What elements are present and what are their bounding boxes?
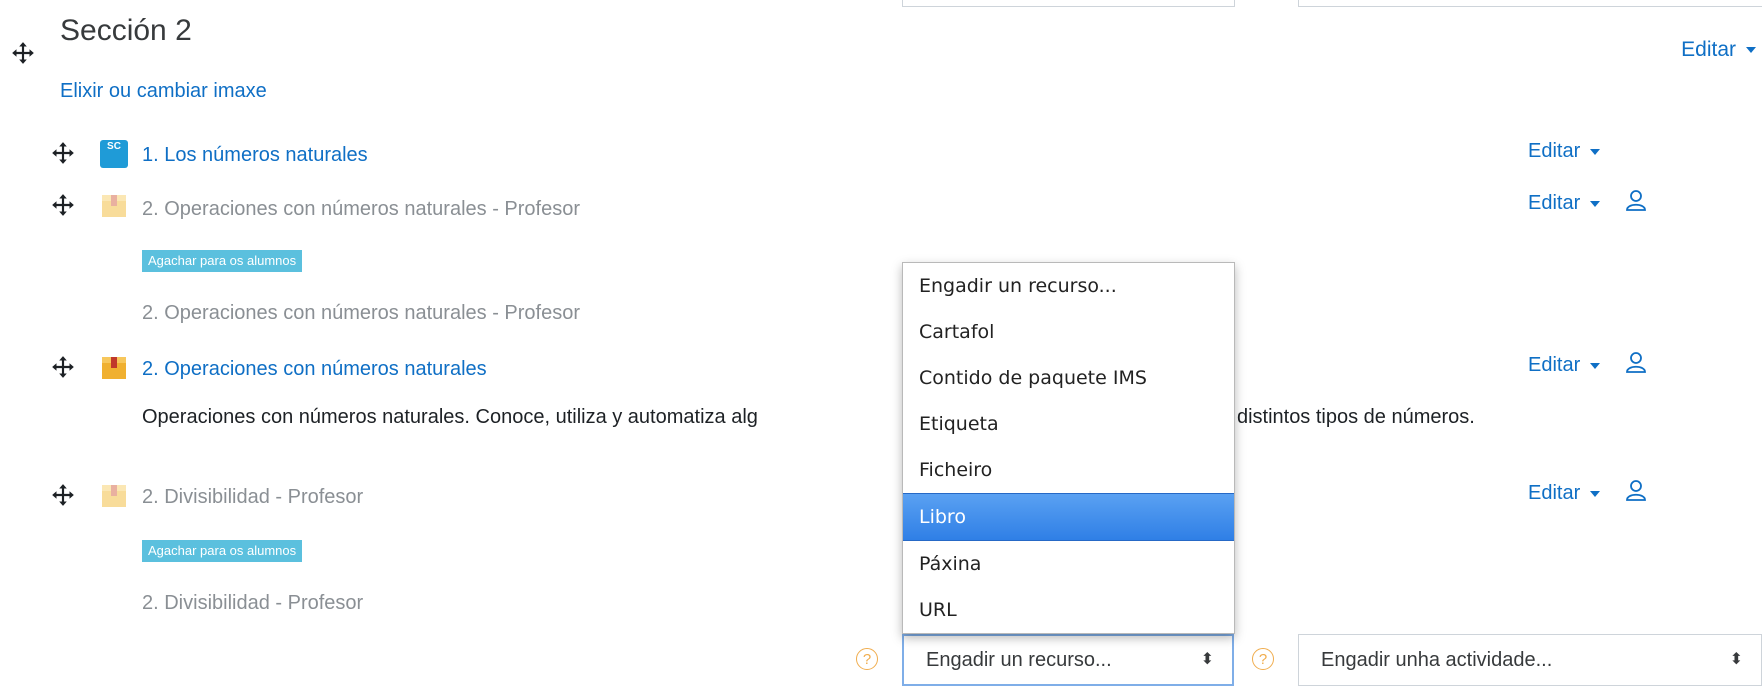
hidden-from-students-badge: Agachar para os alumnos (142, 540, 303, 562)
menu-item-cartafol[interactable]: Cartafol (903, 309, 1234, 355)
section-edit-menu[interactable]: Editar (1681, 38, 1756, 62)
menu-item-paxina[interactable]: Páxina (903, 541, 1234, 587)
scorm-package-icon: SC (100, 140, 128, 168)
caret-down-icon (1590, 490, 1601, 497)
menu-item-etiqueta[interactable]: Etiqueta (903, 401, 1234, 447)
add-activity-select-value: Engadir unha actividade... (1321, 649, 1553, 671)
assign-roles-user-icon[interactable] (1624, 188, 1648, 212)
assign-roles-user-icon[interactable] (1624, 350, 1648, 374)
activity-edit-label: Editar (1528, 354, 1581, 376)
move-activity-icon[interactable] (50, 192, 76, 218)
menu-item-libro[interactable]: Libro (903, 493, 1234, 541)
package-icon-dimmed (100, 482, 128, 510)
menu-item-ficheiro[interactable]: Ficheiro (903, 447, 1234, 493)
previous-resource-select-fragment[interactable] (902, 0, 1235, 7)
move-activity-icon[interactable] (50, 482, 76, 508)
select-arrows-icon: ⬍ (1200, 651, 1214, 668)
scorm-icon-text: SC (107, 141, 121, 152)
hidden-from-students-badge: Agachar para os alumnos (142, 250, 303, 272)
activity-edit-label: Editar (1528, 192, 1581, 214)
add-resource-select-value: Engadir un recurso... (926, 649, 1112, 671)
activity-edit-label: Editar (1528, 140, 1581, 162)
change-image-link[interactable]: Elixir ou cambiar imaxe (60, 80, 267, 103)
move-activity-icon[interactable] (50, 140, 76, 166)
caret-down-icon (1746, 47, 1756, 54)
section-title: Sección 2 (60, 14, 192, 47)
activity-link-operaciones-profesor[interactable]: 2. Operaciones con números naturales - P… (142, 198, 580, 221)
activity-edit-menu[interactable]: Editar (1528, 140, 1601, 163)
activity-link-divisibilidad-profesor[interactable]: 2. Divisibilidad - Profesor (142, 486, 363, 509)
select-arrows-icon: ⬍ (1729, 651, 1743, 668)
activity-sub-text: 2. Operaciones con números naturales - P… (142, 302, 580, 324)
package-icon (100, 354, 128, 382)
add-resource-select[interactable]: Engadir un recurso... ⬍ (902, 634, 1234, 686)
activity-edit-menu[interactable]: Editar (1528, 354, 1601, 377)
section-edit-label: Editar (1681, 38, 1736, 61)
help-icon[interactable]: ? (1252, 648, 1274, 670)
menu-item-ims-package[interactable]: Contido de paquete IMS (903, 355, 1234, 401)
activity-link-operaciones[interactable]: 2. Operaciones con números naturales (142, 358, 487, 381)
add-activity-select[interactable]: Engadir unha actividade... ⬍ (1298, 634, 1762, 686)
menu-item-engadir-recurso[interactable]: Engadir un recurso... (903, 263, 1234, 309)
caret-down-icon (1590, 362, 1601, 369)
package-icon-dimmed (100, 192, 128, 220)
previous-activity-select-fragment[interactable] (1298, 0, 1762, 7)
activity-sub-text: 2. Divisibilidad - Profesor (142, 592, 364, 614)
activity-edit-label: Editar (1528, 482, 1581, 504)
add-resource-dropdown-menu[interactable]: Engadir un recurso... Cartafol Contido d… (902, 262, 1235, 634)
caret-down-icon (1590, 200, 1601, 207)
move-section-icon[interactable] (10, 40, 36, 66)
help-icon[interactable]: ? (856, 648, 878, 670)
move-activity-icon[interactable] (50, 354, 76, 380)
activity-link-numeros-naturales[interactable]: 1. Los números naturales (142, 144, 368, 167)
caret-down-icon (1590, 148, 1601, 155)
activity-edit-menu[interactable]: Editar (1528, 482, 1601, 505)
activity-edit-menu[interactable]: Editar (1528, 192, 1601, 215)
menu-item-url[interactable]: URL (903, 587, 1234, 633)
assign-roles-user-icon[interactable] (1624, 478, 1648, 502)
